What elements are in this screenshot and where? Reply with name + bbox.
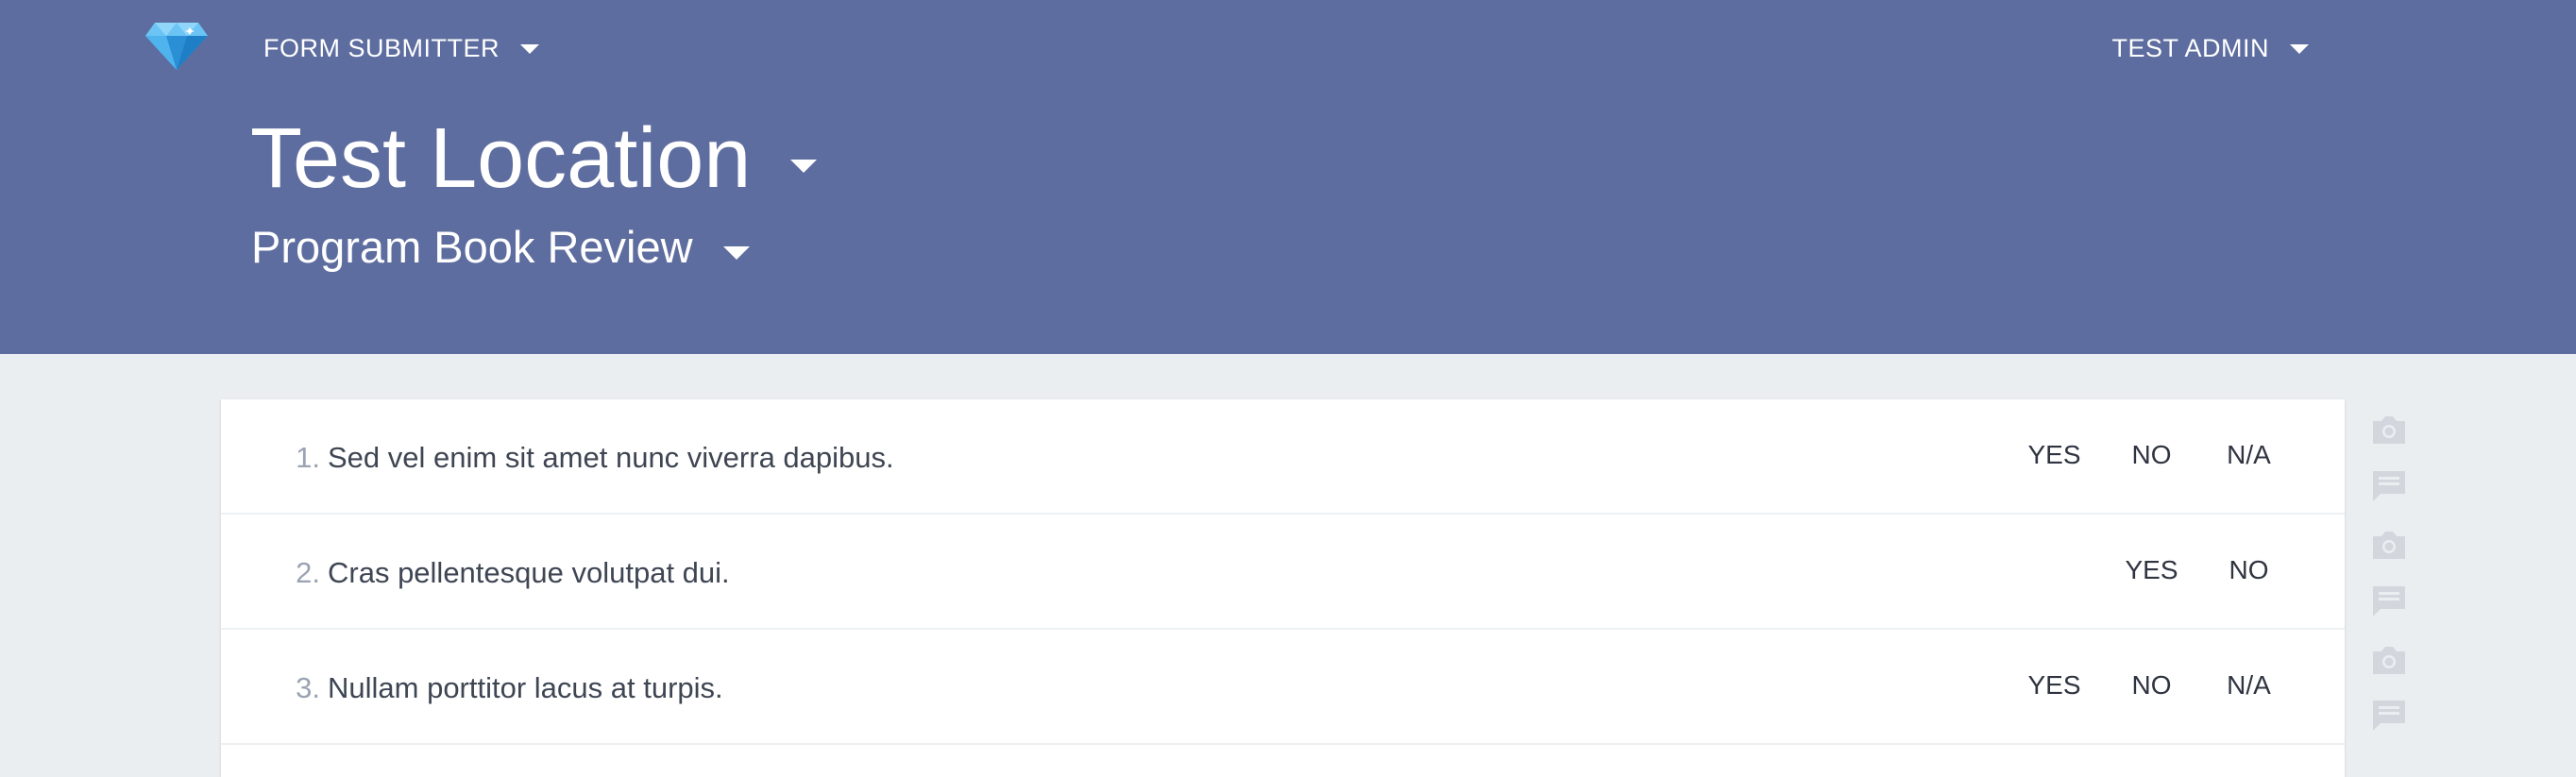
question-number: 1.: [296, 441, 320, 474]
app-switcher-label: FORM SUBMITTER: [263, 34, 500, 62]
camera-icon[interactable]: [2370, 413, 2408, 447]
camera-icon[interactable]: [2370, 528, 2408, 562]
answer-yes-button[interactable]: YES: [2006, 440, 2103, 470]
location-title: Test Location: [250, 111, 752, 206]
caret-down-icon: [520, 43, 539, 54]
camera-icon[interactable]: [2370, 643, 2408, 677]
answer-no-button[interactable]: NO: [2103, 670, 2200, 701]
caret-down-icon: [722, 246, 750, 260]
app-header: FORM SUBMITTER TEST ADMIN Test Location …: [0, 0, 2576, 354]
form-title: Program Book Review: [251, 222, 693, 272]
comment-icon[interactable]: [2370, 699, 2408, 733]
question-row: 1. Sed vel enim sit amet nunc viverra da…: [221, 399, 2345, 515]
comment-icon[interactable]: [2370, 469, 2408, 503]
question-row: 3. Nullam porttitor lacus at turpis. YES…: [221, 630, 2345, 745]
user-menu-label: TEST ADMIN: [2111, 34, 2269, 62]
comment-icon[interactable]: [2370, 584, 2408, 618]
diamond-logo-icon[interactable]: [144, 21, 210, 72]
answer-na-button[interactable]: N/A: [2200, 440, 2297, 470]
question-text: Sed vel enim sit amet nunc viverra dapib…: [328, 441, 894, 474]
caret-down-icon: [790, 160, 818, 173]
answer-no-button[interactable]: NO: [2200, 555, 2297, 585]
location-selector[interactable]: Test Location: [250, 110, 818, 208]
question-list: 1. Sed vel enim sit amet nunc viverra da…: [221, 399, 2345, 777]
question-text: Cras pellentesque volutpat dui.: [328, 556, 730, 589]
answer-no-button[interactable]: NO: [2103, 440, 2200, 470]
answer-yes-button[interactable]: YES: [2103, 555, 2200, 585]
question-number: 2.: [296, 556, 320, 589]
form-selector[interactable]: Program Book Review: [251, 219, 750, 276]
answer-yes-button[interactable]: YES: [2006, 670, 2103, 701]
question-row: 2. Cras pellentesque volutpat dui. YES N…: [221, 515, 2345, 630]
user-menu[interactable]: TEST ADMIN: [2111, 34, 2309, 63]
app-switcher-menu[interactable]: FORM SUBMITTER: [263, 34, 539, 63]
answer-options: YES NO N/A: [2006, 440, 2297, 470]
answer-options: YES NO N/A: [2006, 670, 2297, 701]
answer-options: YES NO: [2103, 555, 2297, 585]
caret-down-icon: [2290, 43, 2309, 54]
question-text: Nullam porttitor lacus at turpis.: [328, 671, 723, 704]
question-number: 3.: [296, 671, 320, 704]
answer-na-button[interactable]: N/A: [2200, 670, 2297, 701]
